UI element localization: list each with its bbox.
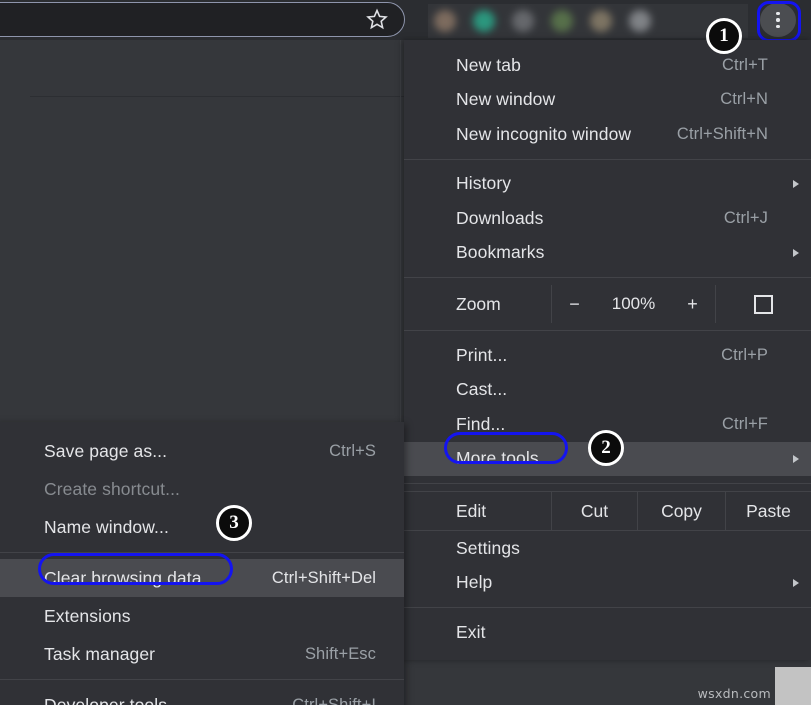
menu-item-exit[interactable]: Exit [404,615,811,650]
extension-icon[interactable] [629,10,651,32]
menu-item-shortcut: Ctrl+J [724,209,768,228]
extension-icon[interactable] [473,10,495,32]
watermark-text: wsxdn.com [698,686,771,701]
menu-item-new-tab[interactable]: New tab Ctrl+T [404,48,811,83]
fullscreen-icon [754,295,773,314]
menu-item-shortcut: Shift+Esc [305,645,376,664]
menu-separator [404,483,811,484]
three-dot-menu-icon[interactable] [760,3,796,37]
menu-item-shortcut: Ctrl+P [721,346,768,365]
menu-item-label: Extensions [44,606,131,627]
menu-item-label: Find... [456,414,505,435]
menu-item-label: Help [456,572,492,593]
menu-item-label: Settings [456,538,520,559]
submenu-item-save-page-as[interactable]: Save page as... Ctrl+S [0,432,404,470]
extension-icon[interactable] [512,10,534,32]
chevron-right-icon [793,455,799,463]
cut-button[interactable]: Cut [551,492,637,530]
submenu-item-developer-tools[interactable]: Developer tools Ctrl+Shift+I [0,686,404,705]
step-badge-3: 3 [216,505,252,541]
menu-item-downloads[interactable]: Downloads Ctrl+J [404,201,811,236]
menu-item-shortcut: Ctrl+N [720,90,768,109]
fullscreen-button[interactable] [716,285,811,323]
menu-item-help[interactable]: Help [404,566,811,601]
bookmark-star-icon[interactable] [365,7,389,31]
menu-item-label: Developer tools [44,695,167,705]
menu-item-label: New window [456,89,555,110]
menu-item-new-incognito-window[interactable]: New incognito window Ctrl+Shift+N [404,117,811,152]
extension-icon[interactable] [434,10,456,32]
menu-separator [404,159,811,160]
menu-item-shortcut: Ctrl+S [329,442,376,461]
watermark-strip [775,667,811,705]
menu-separator [0,552,404,553]
chevron-right-icon [793,579,799,587]
menu-item-label: Name window... [44,517,169,538]
zoom-in-button[interactable]: + [680,294,706,315]
zoom-controls: − 100% + [551,285,716,323]
menu-item-cast[interactable]: Cast... [404,373,811,408]
extensions-strip [428,4,748,38]
zoom-label: Zoom [404,285,551,323]
menu-item-label: Bookmarks [456,242,544,263]
copy-button[interactable]: Copy [637,492,725,530]
menu-row-edit: Edit Cut Copy Paste [404,491,811,531]
menu-item-label: Task manager [44,644,155,665]
menu-item-shortcut: Ctrl+F [722,415,768,434]
menu-dot [776,12,780,16]
menu-separator [404,330,811,331]
edit-label: Edit [404,492,551,530]
browser-toolbar [0,0,811,40]
submenu-item-extensions[interactable]: Extensions [0,597,404,635]
menu-item-label: New tab [456,55,521,76]
address-bar[interactable] [0,2,405,37]
more-tools-submenu: Save page as... Ctrl+S Create shortcut..… [0,422,404,705]
chevron-right-icon [793,249,799,257]
step-badge-1: 1 [706,18,742,54]
menu-dot [776,25,780,29]
menu-item-shortcut: Ctrl+Shift+Del [272,569,376,588]
paste-button[interactable]: Paste [725,492,811,530]
menu-dot [776,18,780,22]
menu-item-bookmarks[interactable]: Bookmarks [404,236,811,271]
menu-item-label: Clear browsing data... [44,568,216,589]
menu-item-new-window[interactable]: New window Ctrl+N [404,83,811,118]
menu-item-label: History [456,173,511,194]
menu-item-label: Print... [456,345,507,366]
chevron-right-icon [793,180,799,188]
menu-row-zoom: Zoom − 100% + [404,285,811,323]
submenu-item-create-shortcut: Create shortcut... [0,470,404,508]
menu-item-shortcut: Ctrl+Shift+I [292,696,376,705]
screenshot-root: New tab Ctrl+T New window Ctrl+N New inc… [0,0,811,705]
zoom-level-value: 100% [607,294,661,314]
menu-item-label: Create shortcut... [44,479,180,500]
menu-item-label: Downloads [456,208,543,229]
menu-item-print[interactable]: Print... Ctrl+P [404,338,811,373]
submenu-item-clear-browsing-data[interactable]: Clear browsing data... Ctrl+Shift+Del [0,559,404,597]
menu-item-label: Cast... [456,379,507,400]
menu-separator [404,607,811,608]
extension-icon[interactable] [590,10,612,32]
submenu-item-name-window[interactable]: Name window... [0,508,404,546]
extension-icon[interactable] [551,10,573,32]
chrome-main-menu: New tab Ctrl+T New window Ctrl+N New inc… [404,40,811,660]
menu-item-label: Save page as... [44,441,167,462]
menu-item-shortcut: Ctrl+T [722,56,768,75]
menu-separator [0,679,404,680]
menu-item-label: More tools [456,448,539,469]
submenu-item-task-manager[interactable]: Task manager Shift+Esc [0,635,404,673]
menu-item-label: Exit [456,622,486,643]
menu-item-history[interactable]: History [404,167,811,202]
menu-item-label: New incognito window [456,124,631,145]
menu-item-shortcut: Ctrl+Shift+N [677,125,768,144]
step-badge-2: 2 [588,430,624,466]
zoom-out-button[interactable]: − [562,294,588,315]
menu-separator [404,277,811,278]
menu-item-settings[interactable]: Settings [404,531,811,566]
